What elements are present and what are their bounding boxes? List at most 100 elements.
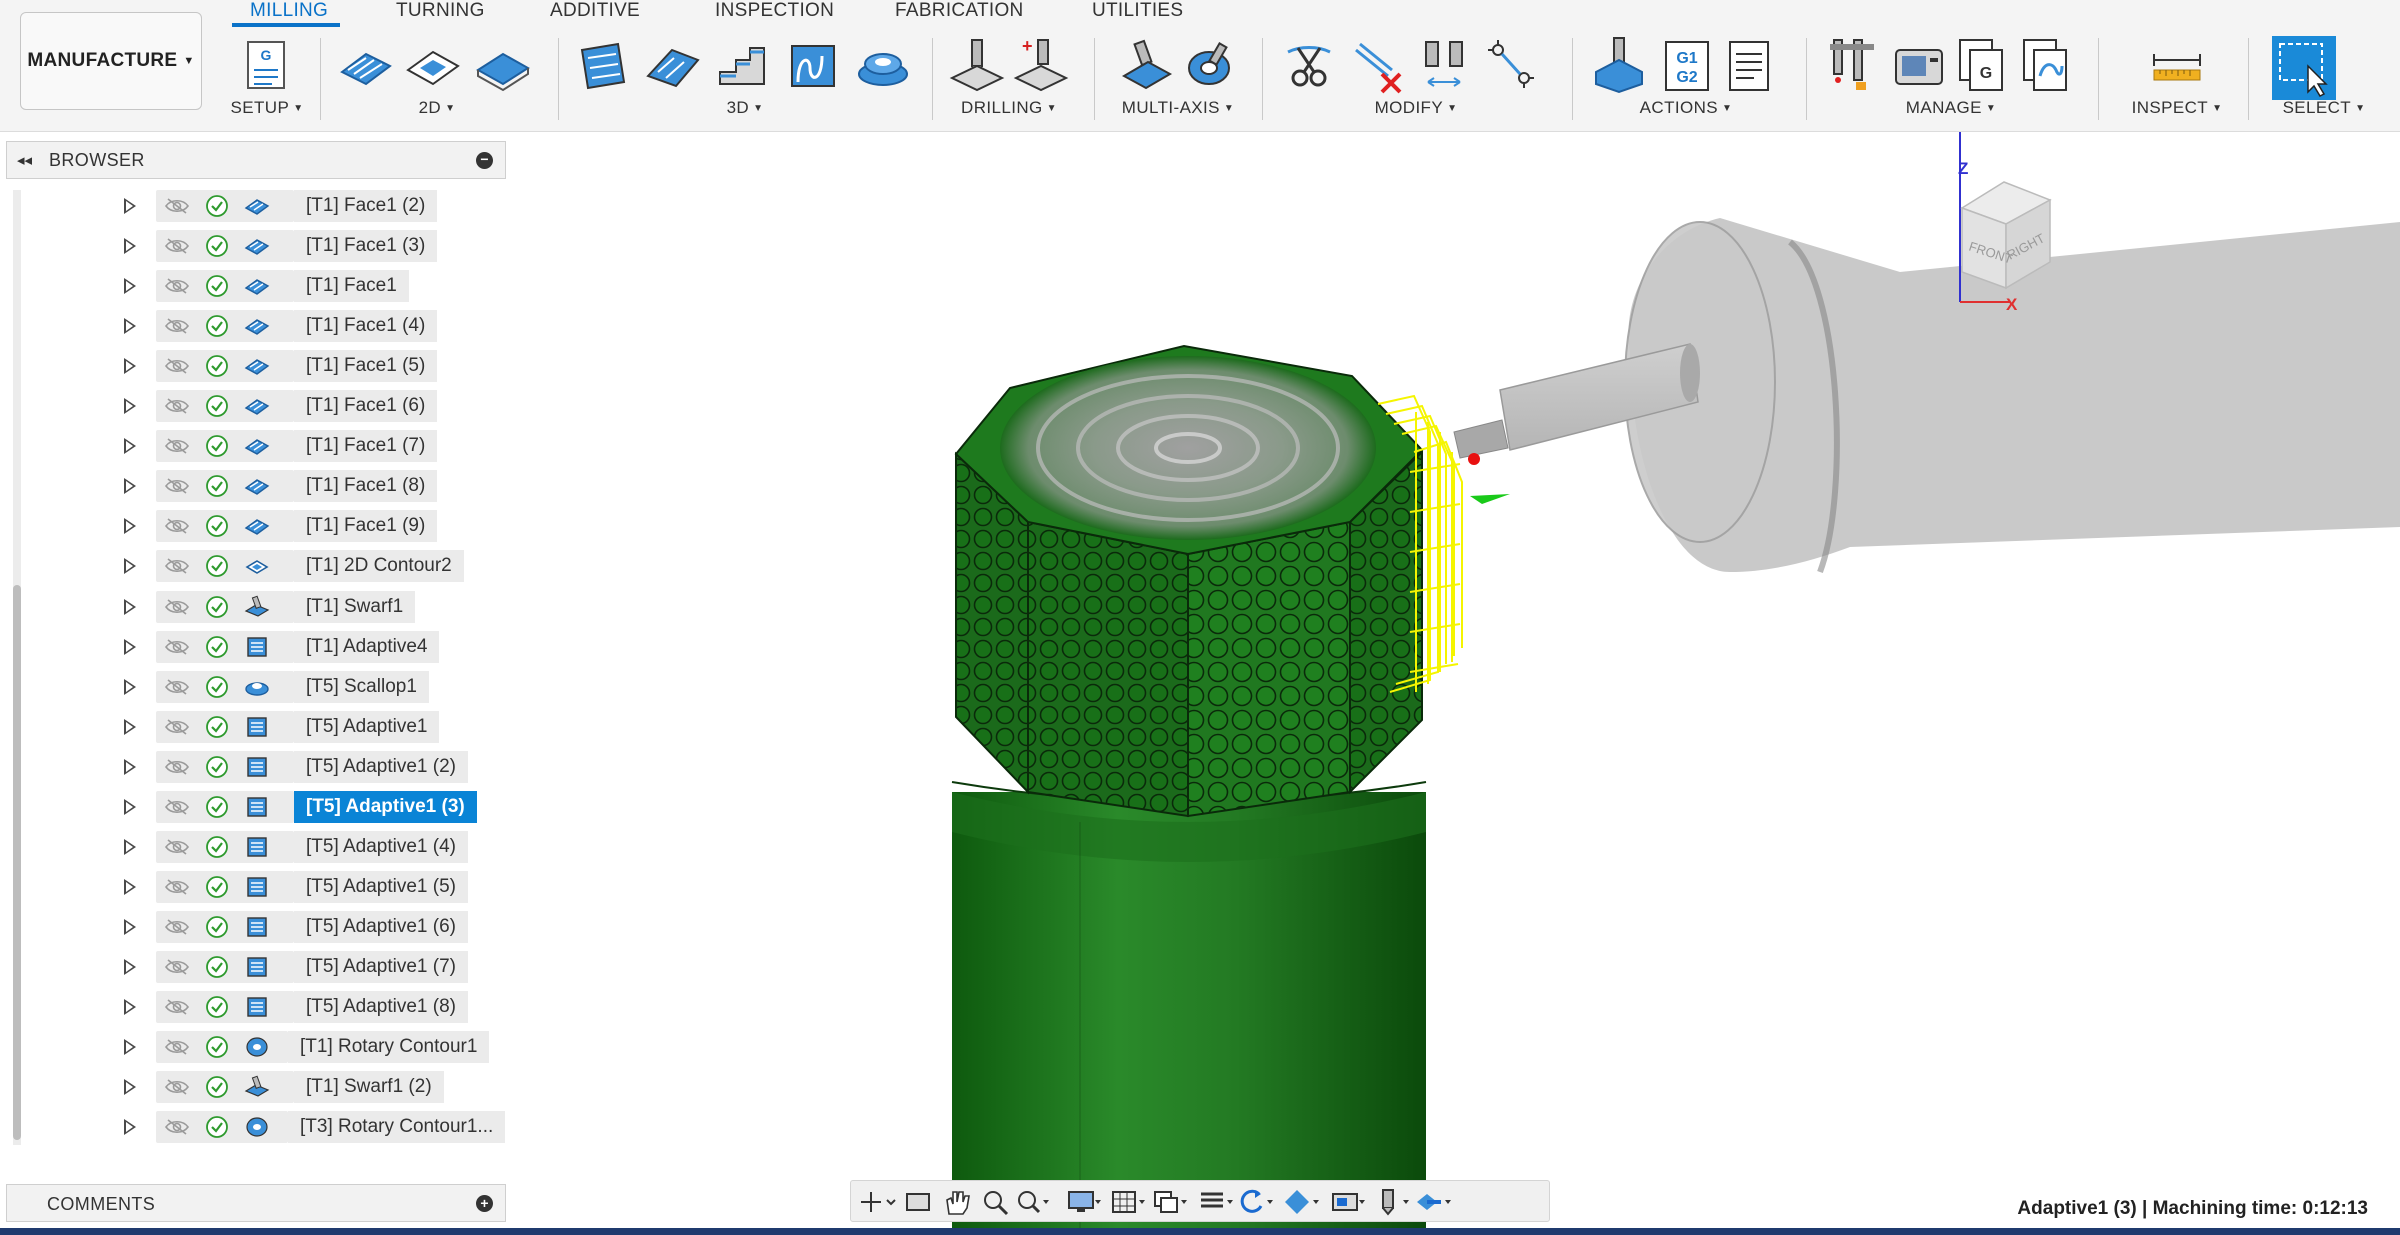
3d-viewport[interactable]: Z X FRONT RIGHT [510, 132, 2400, 1235]
hole-recognition-icon[interactable]: + [1012, 36, 1070, 96]
visibility-hidden-icon[interactable] [164, 837, 190, 857]
browser-item[interactable]: [T5] Adaptive1 (2) [0, 750, 510, 784]
manage-menu[interactable]: MANAGE ▼ [1820, 98, 2082, 118]
machine-view-icon[interactable] [1327, 1186, 1367, 1218]
browser-item[interactable]: [T1] Face1 (6) [0, 389, 510, 423]
tab-turning[interactable]: TURNING [396, 0, 485, 22]
browser-item[interactable]: [T5] Adaptive1 (7) [0, 950, 510, 984]
expand-panel-icon[interactable]: + [476, 1195, 493, 1212]
orbit-move-icon[interactable] [857, 1186, 897, 1218]
visibility-hidden-icon[interactable] [164, 1117, 190, 1137]
expand-arrow-icon[interactable] [124, 558, 136, 574]
inspect-menu[interactable]: INSPECT ▼ [2112, 98, 2242, 118]
points-icon[interactable] [1482, 36, 1540, 96]
delete-toolpath-icon[interactable] [1350, 36, 1408, 96]
simulation-toggle-icon[interactable] [1413, 1186, 1453, 1218]
expand-arrow-icon[interactable] [124, 599, 136, 615]
browser-item[interactable]: [T5] Scallop1 [0, 670, 510, 704]
visibility-hidden-icon[interactable] [164, 717, 190, 737]
tab-milling[interactable]: MILLING [250, 0, 328, 22]
look-at-icon[interactable] [899, 1186, 939, 1218]
browser-item[interactable]: [T1] Adaptive4 [0, 630, 510, 664]
visibility-hidden-icon[interactable] [164, 597, 190, 617]
expand-arrow-icon[interactable] [124, 238, 136, 254]
post-process-icon[interactable]: G1 G2 [1658, 36, 1716, 96]
fit-zoom-icon[interactable] [1011, 1186, 1051, 1218]
new-setup-icon[interactable]: G [236, 36, 294, 96]
visibility-hidden-icon[interactable] [164, 436, 190, 456]
visibility-hidden-icon[interactable] [164, 997, 190, 1017]
drilling-menu[interactable]: DRILLING ▼ [944, 98, 1074, 118]
viewports-icon[interactable] [1149, 1186, 1189, 1218]
expand-arrow-icon[interactable] [124, 879, 136, 895]
expand-arrow-icon[interactable] [124, 959, 136, 975]
minimize-panel-icon[interactable]: − [476, 152, 493, 169]
expand-arrow-icon[interactable] [124, 839, 136, 855]
expand-arrow-icon[interactable] [124, 398, 136, 414]
browser-item[interactable]: [T5] Adaptive1 (4) [0, 830, 510, 864]
display-settings-icon[interactable] [1063, 1186, 1103, 1218]
2d-menu[interactable]: 2D ▼ [332, 98, 542, 118]
tab-additive[interactable]: ADDITIVE [550, 0, 640, 22]
expand-arrow-icon[interactable] [124, 759, 136, 775]
expand-arrow-icon[interactable] [124, 518, 136, 534]
expand-arrow-icon[interactable] [124, 1039, 136, 1055]
visibility-hidden-icon[interactable] [164, 877, 190, 897]
expand-arrow-icon[interactable] [124, 198, 136, 214]
visibility-hidden-icon[interactable] [164, 797, 190, 817]
expand-arrow-icon[interactable] [124, 919, 136, 935]
visibility-hidden-icon[interactable] [164, 196, 190, 216]
face-icon[interactable] [474, 36, 532, 96]
browser-item[interactable]: [T1] Face1 (7) [0, 429, 510, 463]
tool-display-icon[interactable] [1371, 1186, 1411, 1218]
browser-item[interactable]: [T1] Swarf1 [0, 590, 510, 624]
stock-display-icon[interactable] [1195, 1186, 1235, 1218]
visibility-hidden-icon[interactable] [164, 677, 190, 697]
modify-menu[interactable]: MODIFY ▼ [1276, 98, 1556, 118]
expand-arrow-icon[interactable] [124, 799, 136, 815]
visibility-hidden-icon[interactable] [164, 957, 190, 977]
visibility-hidden-icon[interactable] [164, 516, 190, 536]
2d-adaptive-icon[interactable] [336, 36, 394, 96]
zoom-icon[interactable] [975, 1186, 1015, 1218]
refresh-view-icon[interactable] [1235, 1186, 1275, 1218]
browser-item[interactable]: [T1] 2D Contour2 [0, 549, 510, 583]
browser-item[interactable]: [T1] Face1 (3) [0, 229, 510, 263]
expand-arrow-icon[interactable] [124, 358, 136, 374]
template-library-icon[interactable] [2018, 36, 2076, 96]
browser-item[interactable]: [T1] Face1 (2) [0, 189, 510, 223]
3d-adaptive-icon[interactable] [574, 36, 632, 96]
collapse-panel-icon[interactable]: ◂◂ [17, 151, 32, 169]
tab-utilities[interactable]: UTILITIES [1092, 0, 1183, 22]
browser-item[interactable]: [T1] Swarf1 (2) [0, 1070, 510, 1104]
expand-arrow-icon[interactable] [124, 278, 136, 294]
select-menu[interactable]: SELECT ▼ [2256, 98, 2392, 118]
visibility-hidden-icon[interactable] [164, 1077, 190, 1097]
browser-item[interactable]: [T1] Face1 (8) [0, 469, 510, 503]
actions-menu[interactable]: ACTIONS ▼ [1586, 98, 1786, 118]
2d-pocket-icon[interactable] [404, 36, 462, 96]
browser-item[interactable]: [T5] Adaptive1 (6) [0, 910, 510, 944]
parallel-icon[interactable] [784, 36, 842, 96]
browser-item[interactable]: [T5] Adaptive1 [0, 710, 510, 744]
expand-arrow-icon[interactable] [124, 1079, 136, 1095]
browser-item[interactable]: [T1] Rotary Contour1 [0, 1030, 510, 1064]
swarf-icon[interactable] [1118, 36, 1176, 96]
window-select-icon[interactable] [2272, 36, 2336, 100]
visibility-hidden-icon[interactable] [164, 1037, 190, 1057]
expand-arrow-icon[interactable] [124, 438, 136, 454]
visibility-hidden-icon[interactable] [164, 917, 190, 937]
expand-arrow-icon[interactable] [124, 679, 136, 695]
expand-arrow-icon[interactable] [124, 478, 136, 494]
workspace-switcher[interactable]: MANUFACTURE ▼ [20, 12, 202, 110]
3d-menu[interactable]: 3D ▼ [570, 98, 920, 118]
expand-arrow-icon[interactable] [124, 639, 136, 655]
3d-pocket-icon[interactable] [644, 36, 702, 96]
visibility-hidden-icon[interactable] [164, 476, 190, 496]
visibility-hidden-icon[interactable] [164, 316, 190, 336]
rotary-contour-icon[interactable] [1180, 36, 1238, 96]
post-library-icon[interactable]: G [1954, 36, 2012, 96]
browser-item[interactable]: [T5] Adaptive1 (5) [0, 870, 510, 904]
browser-item[interactable]: [T1] Face1 [0, 269, 510, 303]
expand-arrow-icon[interactable] [124, 999, 136, 1015]
